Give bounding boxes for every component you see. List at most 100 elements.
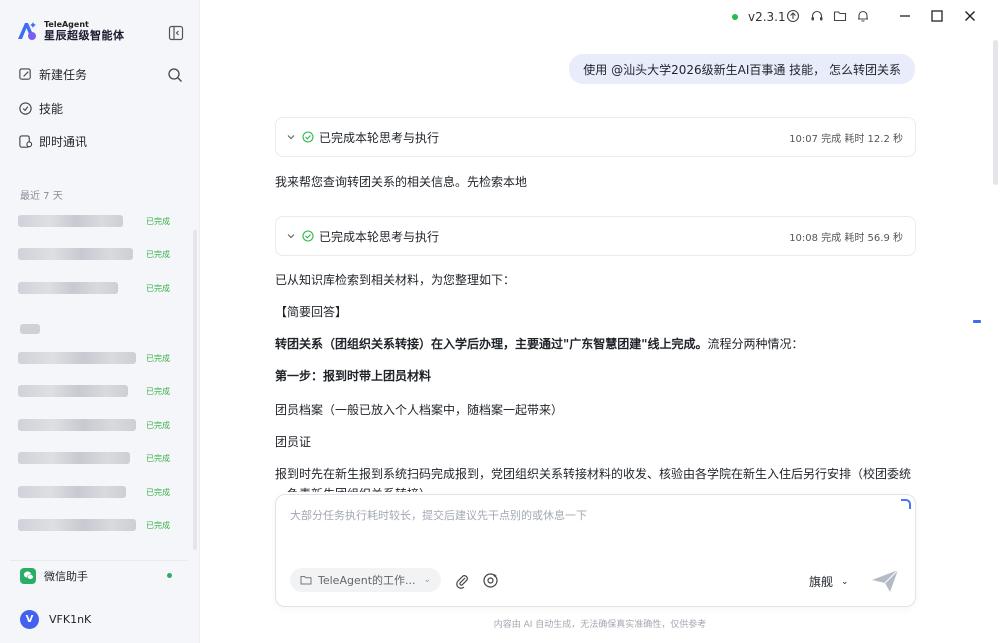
history-status: 已完成 (146, 520, 170, 530)
history-status: 已完成 (146, 216, 170, 226)
online-status-dot (167, 573, 172, 578)
prompt-input[interactable]: 大部分任务执行耗时较长，提交后建议先干点别的或休息一下 (290, 507, 587, 523)
history-item[interactable]: 已完成 (18, 518, 188, 532)
recent-section-label: 最近 7 天 (20, 191, 63, 202)
sidebar-collapse-icon[interactable] (168, 25, 184, 41)
history-item[interactable]: 已完成 (18, 351, 188, 365)
close-icon[interactable] (963, 9, 977, 23)
history-item[interactable]: 已完成 (18, 485, 188, 499)
wechat-assistant[interactable]: 微信助手 (10, 560, 188, 590)
nav-label: 技能 (39, 102, 64, 116)
history-item[interactable]: 已完成 (18, 384, 188, 398)
logo-icon (18, 22, 36, 40)
history-title-blurred (18, 215, 123, 227)
connection-status-dot (732, 14, 738, 20)
paperclip-icon[interactable] (454, 573, 470, 589)
history-title-blurred (18, 282, 118, 294)
history-title-blurred (18, 452, 130, 464)
history-status: 已完成 (146, 249, 170, 259)
assistant-reply: 我来帮您查询转团关系的相关信息。先检索本地 (275, 175, 528, 189)
ai-disclaimer: 内容由 AI 自动生成，无法确保真实准确性，仅供参考 (493, 620, 707, 630)
history-title-blurred (18, 352, 136, 364)
chevron-down-icon (287, 135, 295, 140)
headset-icon[interactable] (810, 9, 824, 23)
minimize-icon[interactable] (898, 9, 912, 23)
reply-item: 团员证 (275, 435, 312, 449)
history-item[interactable]: 已完成 (18, 247, 188, 261)
history-item[interactable]: 已完成 (18, 451, 188, 465)
history-status: 已完成 (146, 487, 170, 497)
workspace-label: TeleAgent的工作... (318, 574, 416, 587)
wechat-label: 微信助手 (44, 569, 88, 583)
history-item[interactable]: 已完成 (18, 281, 188, 295)
reply-item: 团员档案（一般已放入个人档案中，随档案一起带来） (275, 403, 564, 417)
reply-summary-bold: 转团关系（团组织关系转接）在入学后办理，主要通过"广东智慧团建"线上完成。 (275, 337, 708, 351)
avatar: V (20, 610, 39, 629)
chat-icon (19, 135, 33, 148)
folder-icon (300, 576, 312, 585)
maximize-icon[interactable] (930, 9, 944, 23)
history-title-blurred (18, 419, 136, 431)
reply-step1: 第一步：报到时带上团员材料 (275, 369, 432, 383)
user-name: VFK1nK (49, 613, 92, 626)
chevron-down-icon: ⌄ (423, 575, 432, 585)
history-item[interactable]: 已完成 (18, 418, 188, 432)
history-status: 已完成 (146, 453, 170, 463)
history-status: 已完成 (146, 283, 170, 293)
edit-icon (19, 68, 31, 80)
history-status: 已完成 (146, 353, 170, 363)
step-title: 已完成本轮思考与执行 (319, 130, 440, 145)
sidebar-item-im[interactable]: 即时通讯 (18, 133, 87, 150)
section-label-blurred (20, 324, 40, 334)
sidebar-scrollbar[interactable] (193, 230, 197, 550)
sidebar-item-new-task[interactable]: 新建任务 (18, 66, 87, 83)
prompt-input-box[interactable]: 大部分任务执行耗时较长，提交后建议先干点别的或休息一下 TeleAgent的工作… (275, 494, 916, 607)
version-label: v2.3.1 (748, 10, 786, 24)
check-circle-icon (302, 230, 314, 242)
check-circle-icon (302, 131, 314, 143)
step-meta: 10:08 完成 耗时 56.9 秒 (789, 232, 903, 244)
brand-en: TeleAgent (44, 20, 89, 29)
scroll-position-marker (973, 320, 981, 323)
wechat-icon (20, 567, 36, 584)
history-title-blurred (18, 519, 136, 531)
model-selector[interactable]: 旗舰 ⌄ (809, 573, 849, 590)
history-title-blurred (18, 248, 133, 260)
user-profile[interactable]: V VFK1nK (20, 610, 91, 629)
reply-paragraph: 报到时先在新生报到系统扫码完成报到，党团组织关系转接材料的收发、核验由各学院在新… (275, 467, 912, 492)
folder-icon[interactable] (833, 9, 847, 23)
expand-icon[interactable] (901, 499, 911, 509)
history-title-blurred (18, 385, 128, 397)
upgrade-icon[interactable] (786, 9, 800, 23)
history-status: 已完成 (146, 420, 170, 430)
workspace-selector[interactable]: TeleAgent的工作... ⌄ (290, 568, 442, 592)
nav-label: 新建任务 (39, 68, 88, 82)
reply-intro: 已从知识库检索到相关材料，为您整理如下： (275, 273, 516, 287)
brand-cn: 星辰超级智能体 (44, 29, 125, 42)
execution-step-card[interactable]: 已完成本轮思考与执行 10:08 完成 耗时 56.9 秒 (275, 216, 916, 256)
step-meta: 10:07 完成 耗时 12.2 秒 (789, 133, 903, 145)
step-title: 已完成本轮思考与执行 (319, 229, 440, 244)
history-status: 已完成 (146, 386, 170, 396)
model-label: 旗舰 (809, 575, 834, 589)
skill-icon (19, 102, 32, 115)
sidebar-item-skills[interactable]: 技能 (18, 100, 63, 117)
sidebar: TeleAgent 星辰超级智能体 新建任务 技能 即时通讯 最近 7 天 已完… (0, 0, 200, 643)
nav-label: 即时通讯 (39, 135, 88, 149)
execution-step-card[interactable]: 已完成本轮思考与执行 10:07 完成 耗时 12.2 秒 (275, 117, 916, 157)
chat-scrollbar[interactable] (993, 40, 998, 185)
history-title-blurred (18, 486, 126, 498)
chat-area: 使用 @汕头大学2026级新生AI百事通 技能， 怎么转团关系 已完成本轮思考与… (200, 34, 1000, 643)
send-icon[interactable] (870, 568, 900, 594)
sparkle-settings-icon[interactable] (482, 572, 499, 589)
bell-icon[interactable] (856, 9, 870, 23)
reply-heading: 【简要回答】 (275, 305, 348, 319)
chevron-down-icon: ⌄ (841, 576, 849, 587)
search-icon[interactable] (167, 67, 183, 83)
chevron-down-icon (287, 234, 295, 239)
reply-summary-rest: 流程分两种情况： (707, 337, 804, 351)
reply-summary: 转团关系（团组织关系转接）在入学后办理，主要通过"广东智慧团建"线上完成。流程分… (275, 334, 915, 354)
history-item[interactable]: 已完成 (18, 214, 188, 228)
user-message-bubble: 使用 @汕头大学2026级新生AI百事通 技能， 怎么转团关系 (569, 54, 915, 84)
app-logo: TeleAgent 星辰超级智能体 (16, 20, 125, 42)
